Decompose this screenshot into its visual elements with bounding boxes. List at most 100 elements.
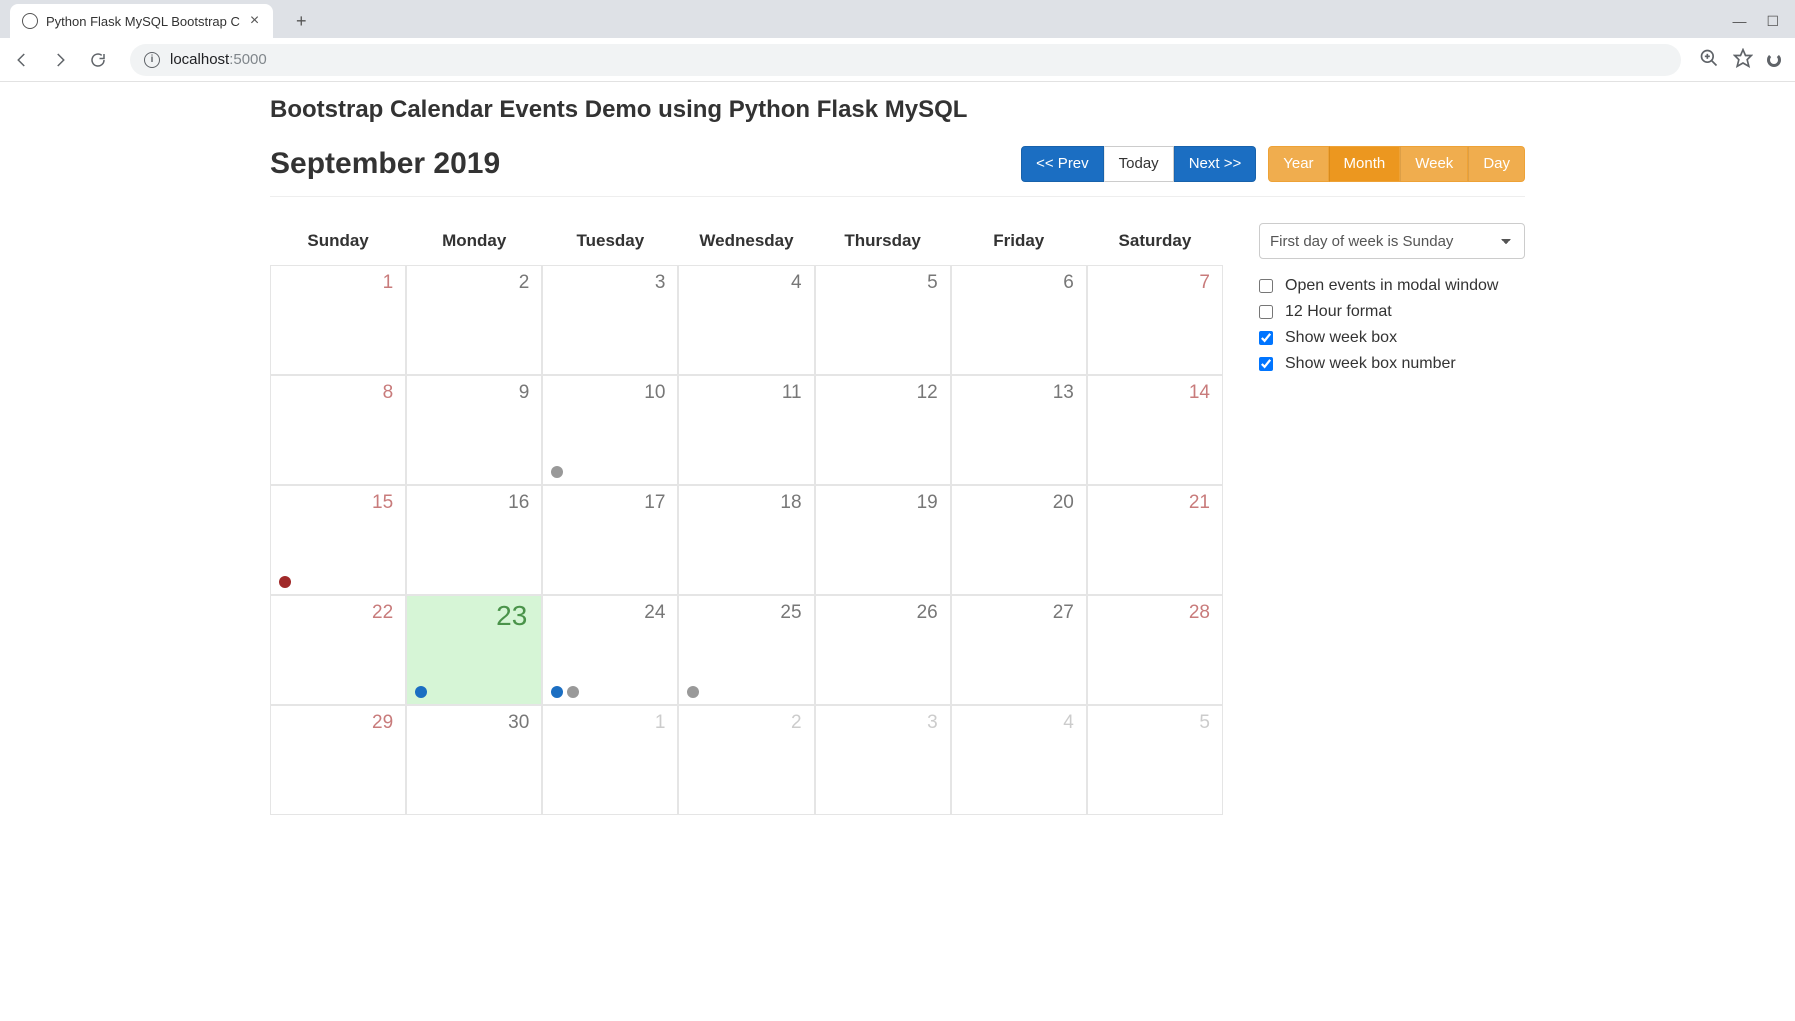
globe-icon — [22, 13, 38, 29]
day-events — [551, 466, 563, 478]
day-number: 29 — [372, 712, 393, 734]
divider — [270, 196, 1525, 197]
calendar-day-cell[interactable]: 8 — [270, 375, 406, 485]
view-year-button[interactable]: Year — [1268, 146, 1328, 182]
option-checkbox[interactable] — [1259, 331, 1273, 345]
weekday-header: Sunday — [270, 221, 406, 265]
calendar-day-cell[interactable]: 24 — [542, 595, 678, 705]
prev-button[interactable]: << Prev — [1021, 146, 1104, 182]
calendar-day-cell[interactable]: 25 — [678, 595, 814, 705]
option-row[interactable]: Show week box — [1259, 329, 1525, 347]
address-bar[interactable]: i localhost:5000 — [130, 44, 1681, 76]
day-number: 9 — [519, 382, 530, 404]
calendar-day-cell[interactable]: 1 — [542, 705, 678, 815]
calendar-day-cell[interactable]: 7 — [1087, 265, 1223, 375]
day-number: 6 — [1063, 272, 1074, 294]
calendar-day-cell[interactable]: 28 — [1087, 595, 1223, 705]
day-number: 5 — [1199, 712, 1210, 734]
calendar-day-cell[interactable]: 1 — [270, 265, 406, 375]
calendar-day-cell[interactable]: 30 — [406, 705, 542, 815]
new-tab-button[interactable]: + — [287, 7, 315, 35]
day-number: 23 — [496, 600, 527, 632]
zoom-icon[interactable] — [1699, 48, 1719, 71]
calendar-day-cell[interactable]: 4 — [678, 265, 814, 375]
day-number: 24 — [644, 602, 665, 624]
day-number: 11 — [782, 382, 802, 404]
day-number: 19 — [917, 492, 938, 514]
calendar: SundayMondayTuesdayWednesdayThursdayFrid… — [270, 221, 1223, 815]
event-dot[interactable] — [415, 686, 427, 698]
calendar-header: September 2019 << Prev Today Next >> Yea… — [270, 146, 1525, 182]
calendar-day-cell[interactable]: 11 — [678, 375, 814, 485]
calendar-day-cell[interactable]: 17 — [542, 485, 678, 595]
browser-tab[interactable]: Python Flask MySQL Bootstrap C × — [10, 4, 273, 38]
day-events — [279, 576, 291, 588]
calendar-day-cell[interactable]: 16 — [406, 485, 542, 595]
event-dot[interactable] — [279, 576, 291, 588]
calendar-day-cell[interactable]: 20 — [951, 485, 1087, 595]
first-day-select[interactable]: First day of week is Sunday — [1259, 223, 1525, 259]
weekday-header: Wednesday — [678, 221, 814, 265]
option-row[interactable]: 12 Hour format — [1259, 303, 1525, 321]
day-number: 18 — [780, 492, 801, 514]
forward-button[interactable] — [46, 46, 74, 74]
today-button[interactable]: Today — [1104, 146, 1174, 182]
calendar-day-cell[interactable]: 29 — [270, 705, 406, 815]
minimize-button[interactable]: — — [1732, 13, 1746, 30]
day-number: 20 — [1053, 492, 1074, 514]
calendar-day-cell[interactable]: 13 — [951, 375, 1087, 485]
day-number: 27 — [1053, 602, 1074, 624]
reload-button[interactable] — [84, 46, 112, 74]
day-number: 10 — [644, 382, 665, 404]
calendar-day-cell[interactable]: 12 — [815, 375, 951, 485]
calendar-day-cell[interactable]: 19 — [815, 485, 951, 595]
close-tab-button[interactable]: × — [248, 13, 261, 29]
calendar-day-cell[interactable]: 6 — [951, 265, 1087, 375]
calendar-day-cell[interactable]: 2 — [406, 265, 542, 375]
month-label: September 2019 — [270, 147, 1009, 181]
calendar-day-cell[interactable]: 10 — [542, 375, 678, 485]
option-checkbox[interactable] — [1259, 305, 1273, 319]
calendar-day-cell[interactable]: 14 — [1087, 375, 1223, 485]
calendar-day-cell[interactable]: 23 — [406, 595, 542, 705]
calendar-day-cell[interactable]: 5 — [1087, 705, 1223, 815]
option-checkbox[interactable] — [1259, 357, 1273, 371]
calendar-day-cell[interactable]: 9 — [406, 375, 542, 485]
calendar-day-cell[interactable]: 5 — [815, 265, 951, 375]
view-day-button[interactable]: Day — [1468, 146, 1525, 182]
maximize-button[interactable]: ☐ — [1766, 13, 1779, 30]
weekday-header: Friday — [951, 221, 1087, 265]
calendar-day-cell[interactable]: 22 — [270, 595, 406, 705]
calendar-day-cell[interactable]: 3 — [542, 265, 678, 375]
calendar-day-cell[interactable]: 15 — [270, 485, 406, 595]
option-checkbox[interactable] — [1259, 279, 1273, 293]
next-button[interactable]: Next >> — [1174, 146, 1257, 182]
weekday-header: Tuesday — [542, 221, 678, 265]
event-dot[interactable] — [551, 686, 563, 698]
view-month-button[interactable]: Month — [1329, 146, 1401, 182]
calendar-day-cell[interactable]: 26 — [815, 595, 951, 705]
event-dot[interactable] — [551, 466, 563, 478]
calendar-day-cell[interactable]: 3 — [815, 705, 951, 815]
day-number: 30 — [508, 712, 529, 734]
calendar-day-cell[interactable]: 21 — [1087, 485, 1223, 595]
nav-toolbar: i localhost:5000 — [0, 38, 1795, 82]
calendar-day-cell[interactable]: 2 — [678, 705, 814, 815]
view-week-button[interactable]: Week — [1400, 146, 1468, 182]
info-icon[interactable]: i — [144, 52, 160, 68]
day-number: 1 — [655, 712, 666, 734]
event-dot[interactable] — [567, 686, 579, 698]
day-number: 1 — [383, 272, 394, 294]
calendar-day-cell[interactable]: 4 — [951, 705, 1087, 815]
calendar-day-cell[interactable]: 18 — [678, 485, 814, 595]
tab-title: Python Flask MySQL Bootstrap C — [46, 14, 240, 29]
day-number: 28 — [1189, 602, 1210, 624]
back-button[interactable] — [8, 46, 36, 74]
event-dot[interactable] — [687, 686, 699, 698]
window-controls: — ☐ — [1716, 5, 1795, 38]
option-row[interactable]: Open events in modal window — [1259, 277, 1525, 295]
tab-bar: Python Flask MySQL Bootstrap C × + — ☐ — [0, 0, 1795, 38]
calendar-day-cell[interactable]: 27 — [951, 595, 1087, 705]
bookmark-icon[interactable] — [1733, 48, 1753, 71]
option-row[interactable]: Show week box number — [1259, 355, 1525, 373]
